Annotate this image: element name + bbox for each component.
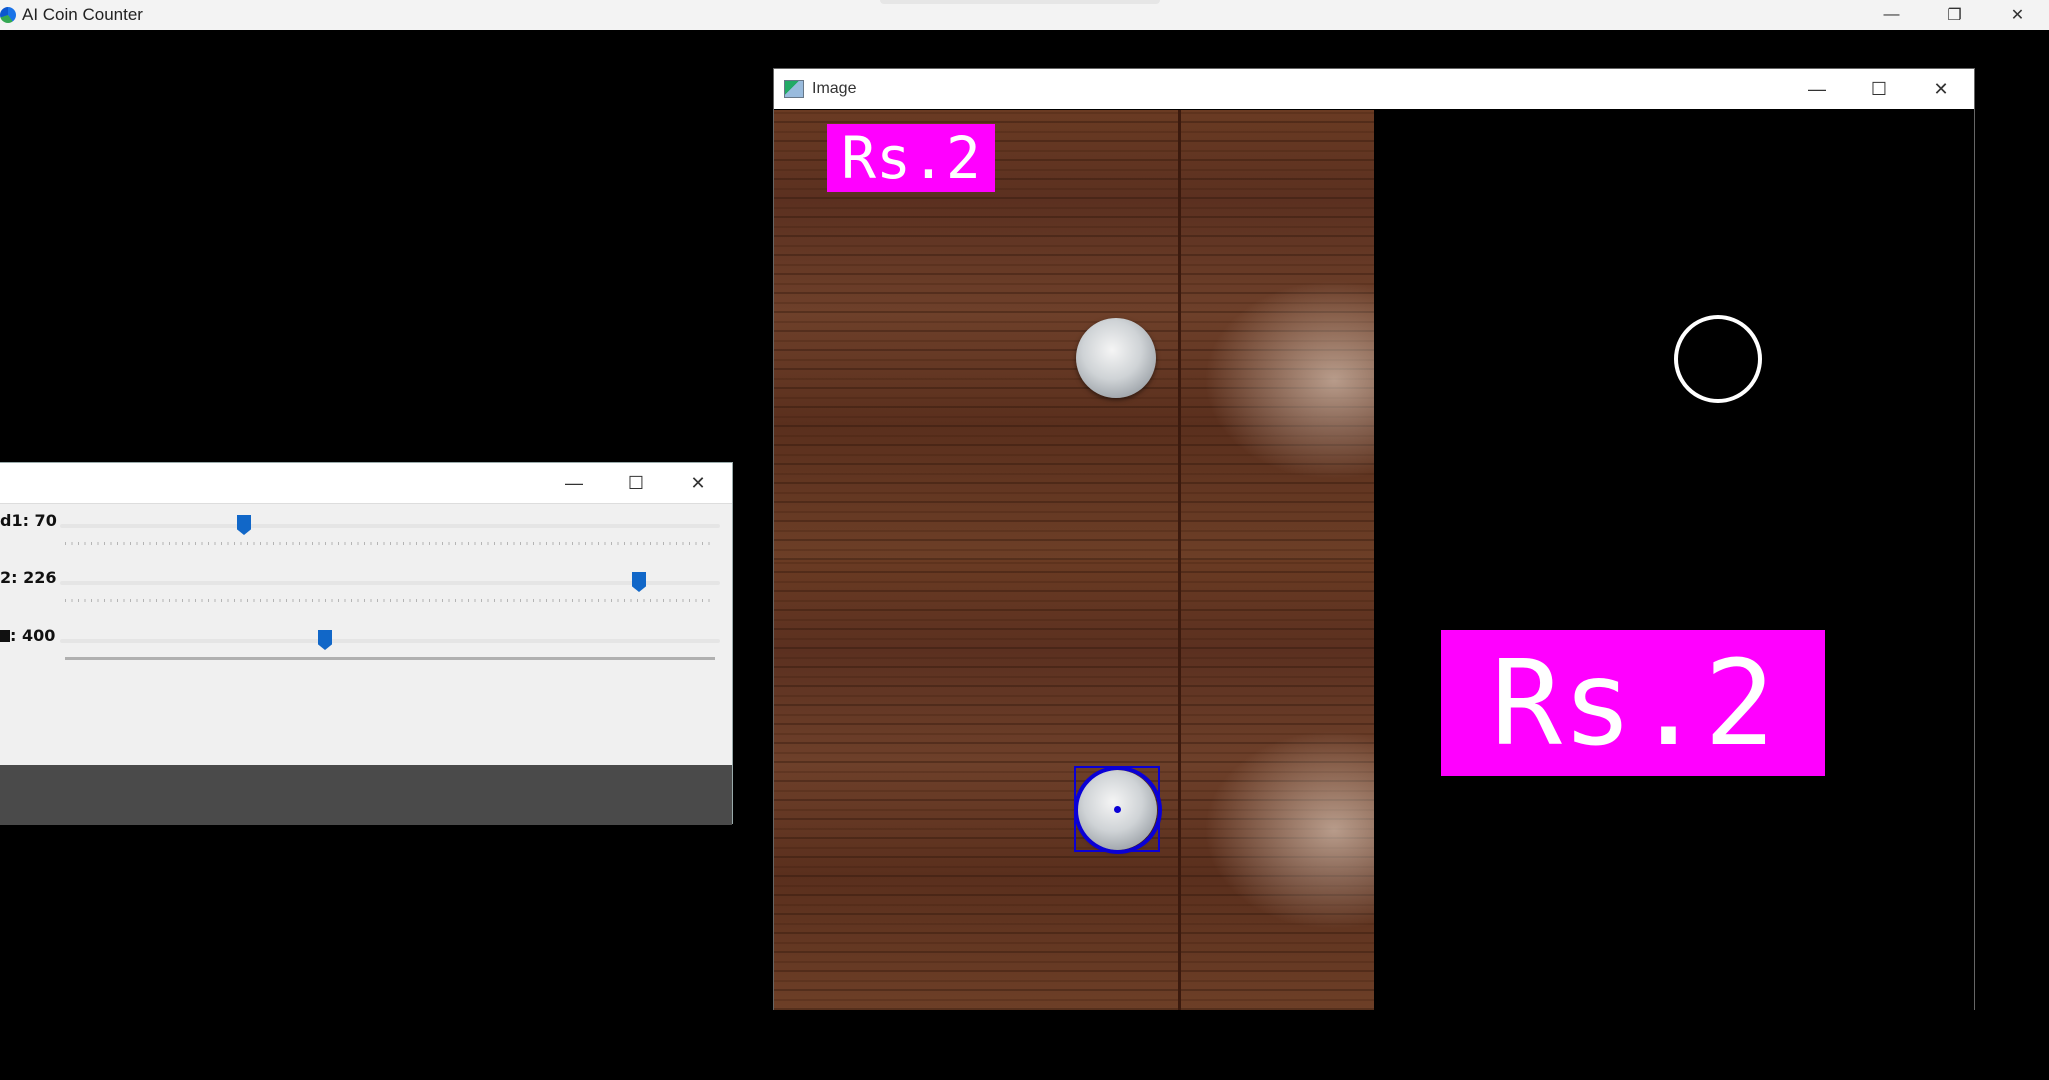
coin-image xyxy=(1076,318,1156,398)
trackbar-threshold2: 2: 226 xyxy=(0,564,733,622)
trackbar-area-ticks xyxy=(65,657,715,660)
light-glare-bottom xyxy=(1204,730,1374,930)
trackbar-area: : 400 xyxy=(0,622,733,680)
original-frame-panel: Rs.2 xyxy=(774,110,1374,560)
trackbar-area-track[interactable] xyxy=(60,639,720,643)
result-panel: Rs.2 xyxy=(1374,560,1974,1010)
app-icon xyxy=(0,7,16,23)
image-maximize-button[interactable]: ☐ xyxy=(1848,74,1910,104)
titlebar-hint xyxy=(880,0,1160,4)
table-seam xyxy=(1178,110,1181,560)
trackbar-threshold1-label: d1: 70 xyxy=(0,511,57,530)
detection-frame-panel xyxy=(774,560,1374,1010)
trackbar-close-button[interactable]: ✕ xyxy=(667,468,729,498)
image-window-title: Image xyxy=(812,80,857,97)
trackbar-area-thumb[interactable] xyxy=(318,630,332,650)
coin-edge-contour xyxy=(1674,315,1762,403)
trackbar-threshold2-thumb[interactable] xyxy=(632,572,646,592)
app-restore-button[interactable]: ❐ xyxy=(1923,0,1986,30)
light-glare xyxy=(1204,280,1374,480)
trackbar-threshold1: d1: 70 xyxy=(0,507,733,565)
app-window-controls: — ❐ ✕ xyxy=(1860,0,2049,30)
app-close-button[interactable]: ✕ xyxy=(1986,0,2049,30)
detection-center-dot xyxy=(1114,806,1121,813)
image-window: Image — ☐ ✕ Rs.2 Rs.2 xyxy=(773,68,1975,1010)
trackbar-window: — ☐ ✕ d1: 70 2: 226 : 400 xyxy=(0,462,733,825)
app-minimize-button[interactable]: — xyxy=(1860,0,1923,30)
trackbar-titlebar: — ☐ ✕ xyxy=(0,463,732,504)
image-minimize-button[interactable]: — xyxy=(1786,74,1848,104)
app-title: AI Coin Counter xyxy=(22,5,143,24)
trackbar-threshold1-thumb[interactable] xyxy=(237,515,251,535)
trackbar-maximize-button[interactable]: ☐ xyxy=(605,468,667,498)
app-titlebar: AI Coin Counter — ❐ ✕ xyxy=(0,0,2049,30)
trackbar-threshold1-track[interactable] xyxy=(60,524,720,528)
edge-panel xyxy=(1374,110,1974,560)
trackbar-threshold2-track[interactable] xyxy=(60,581,720,585)
trackbar-threshold1-ticks xyxy=(65,542,715,545)
trackbar-minimize-button[interactable]: — xyxy=(543,468,605,498)
trackbar-threshold2-label: 2: 226 xyxy=(0,568,57,587)
image-window-icon xyxy=(784,80,804,98)
top-value-label: Rs.2 xyxy=(827,124,995,192)
image-close-button[interactable]: ✕ xyxy=(1910,74,1972,104)
trackbar-threshold2-ticks xyxy=(65,599,715,602)
result-value-label: Rs.2 xyxy=(1441,630,1825,776)
trackbar-area-label-text: : 400 xyxy=(10,626,56,645)
trackbar-area-label: : 400 xyxy=(0,626,55,645)
trackbar-area-label-clipped xyxy=(0,630,10,642)
table-seam-bottom xyxy=(1178,560,1181,1010)
image-titlebar: Image — ☐ ✕ xyxy=(774,69,1974,109)
trackbar-status-bar xyxy=(0,765,732,825)
